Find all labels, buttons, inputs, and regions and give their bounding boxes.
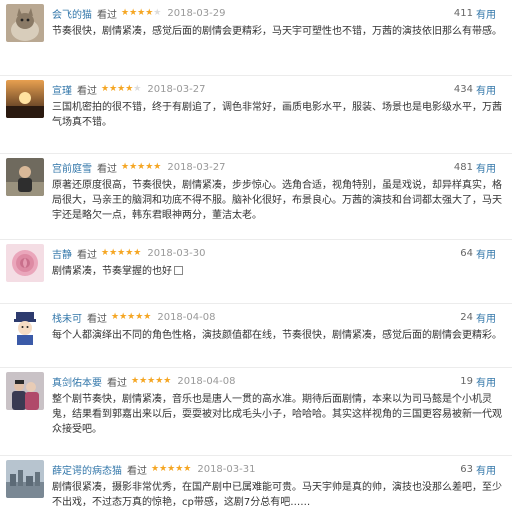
username-link[interactable]: 宫前庭雪 [52, 160, 92, 175]
useful-button[interactable]: 有用 [476, 82, 496, 97]
review-item: 宫前庭雪 看过 ★★★★★ 2018-03-27 481 有用 原著还原度很高，… [0, 154, 512, 240]
avatar[interactable] [6, 80, 44, 118]
watched-label: 看过 [127, 465, 147, 477]
watched-label: 看过 [87, 313, 107, 325]
vote-area: 481 有用 [454, 160, 496, 175]
vote-area: 24 有用 [460, 310, 496, 325]
review-item: 薛定谔的病态猫 看过 ★★★★★ 2018-03-31 63 有用 剧情很紧凑，… [0, 456, 512, 528]
vote-count: 19 [460, 376, 473, 387]
vote-area: 411 有用 [454, 6, 496, 21]
review-item: 宣瑾 看过 ★★★★★ 2018-03-27 434 有用 三国机密拍的很不错，… [0, 76, 512, 154]
cat-avatar-icon [6, 4, 44, 42]
useful-button[interactable]: 有用 [476, 6, 496, 21]
sunset-avatar-icon [6, 80, 44, 118]
review-header: 会飞的猫 看过 ★★★★★ 2018-03-29 411 有用 [52, 6, 504, 22]
city-avatar-icon [6, 460, 44, 498]
rating-stars: ★★★★★ [151, 464, 192, 474]
avatar[interactable] [6, 244, 44, 282]
review-date: 2018-04-08 [177, 375, 236, 387]
useful-button[interactable]: 有用 [476, 374, 496, 389]
watched-label: 看过 [107, 377, 127, 389]
review-item: 栈未可 看过 ★★★★★ 2018-04-08 24 有用 每个人都演绎出不同的… [0, 304, 512, 368]
review-content: 剧情很紧凑，摄影非常优秀，在国产剧中已属难能可贵。马天宇帅是真的帅，演技也没那么… [52, 482, 502, 508]
useful-button[interactable]: 有用 [476, 246, 496, 261]
cartoon-avatar-icon [6, 308, 44, 346]
avatar[interactable] [6, 372, 44, 410]
review-date: 2018-03-27 [167, 161, 226, 173]
review-content-wrap: 剧情紧凑，节奏掌握的也好 [52, 264, 504, 279]
review-date: 2018-03-27 [147, 83, 206, 95]
username-link[interactable]: 会飞的猫 [52, 6, 92, 21]
vote-area: 19 有用 [460, 374, 496, 389]
review-item: 会飞的猫 看过 ★★★★★ 2018-03-29 411 有用 节奏很快，剧情紧… [0, 0, 512, 76]
unknown-glyph-icon [174, 266, 183, 275]
review-content: 节奏很快，剧情紧凑，感觉后面的剧情会更精彩，马天宇可塑性也不错，万茜的演技依旧那… [52, 26, 502, 37]
vote-count: 64 [460, 248, 473, 259]
review-header: 吉静 看过 ★★★★★ 2018-03-30 64 有用 [52, 246, 504, 262]
review-item: 吉静 看过 ★★★★★ 2018-03-30 64 有用 剧情紧凑，节奏掌握的也… [0, 240, 512, 304]
rating-stars: ★★★★★ [101, 84, 142, 94]
review-header: 真剑佑本要 看过 ★★★★★ 2018-04-08 19 有用 [52, 374, 504, 390]
review-content: 三国机密拍的很不错，终于有剧追了，调色非常好，画质电影水平，服装、场景也是电影级… [52, 102, 502, 128]
vote-area: 434 有用 [454, 82, 496, 97]
avatar[interactable] [6, 308, 44, 346]
review-date: 2018-04-08 [157, 311, 216, 323]
vote-count: 481 [453, 162, 473, 173]
rating-stars: ★★★★★ [121, 162, 162, 172]
avatar[interactable] [6, 4, 44, 42]
watched-label: 看过 [97, 9, 117, 21]
rating-stars: ★★★★★ [121, 8, 162, 18]
review-date: 2018-03-30 [147, 247, 206, 259]
review-content: 剧情紧凑，节奏掌握的也好 [52, 266, 172, 277]
avatar[interactable] [6, 158, 44, 196]
review-date: 2018-03-29 [167, 7, 226, 19]
vote-area: 63 有用 [460, 462, 496, 477]
username-link[interactable]: 真剑佑本要 [52, 374, 102, 389]
couple-avatar-icon [6, 372, 44, 410]
rose-avatar-icon [6, 244, 44, 282]
review-header: 薛定谔的病态猫 看过 ★★★★★ 2018-03-31 63 有用 [52, 462, 504, 478]
useful-button[interactable]: 有用 [476, 160, 496, 175]
review-content: 原著还原度很高，节奏很快，剧情紧凑，步步惊心。选角合适，视角特别，虽是戏说，却异… [52, 180, 502, 221]
vote-count: 434 [453, 84, 473, 95]
review-item: 真剑佑本要 看过 ★★★★★ 2018-04-08 19 有用 整个剧节奏快，剧… [0, 368, 512, 456]
username-link[interactable]: 栈未可 [52, 310, 82, 325]
review-header: 栈未可 看过 ★★★★★ 2018-04-08 24 有用 [52, 310, 504, 326]
review-header: 宫前庭雪 看过 ★★★★★ 2018-03-27 481 有用 [52, 160, 504, 176]
username-link[interactable]: 薛定谔的病态猫 [52, 462, 122, 477]
avatar[interactable] [6, 460, 44, 498]
rating-stars: ★★★★★ [131, 376, 172, 386]
person-avatar-icon [6, 158, 44, 196]
watched-label: 看过 [97, 163, 117, 175]
useful-button[interactable]: 有用 [476, 310, 496, 325]
rating-stars: ★★★★★ [101, 248, 142, 258]
review-content: 每个人都演绎出不同的角色性格，演技颜值都在线，节奏很快，剧情紧凑，感觉后面的剧情… [52, 330, 502, 341]
vote-count: 63 [460, 464, 473, 475]
review-list: 会飞的猫 看过 ★★★★★ 2018-03-29 411 有用 节奏很快，剧情紧… [0, 0, 512, 528]
watched-label: 看过 [77, 85, 97, 97]
vote-count: 24 [460, 312, 473, 323]
vote-count: 411 [453, 8, 473, 19]
rating-stars: ★★★★★ [111, 312, 152, 322]
watched-label: 看过 [77, 249, 97, 261]
vote-area: 64 有用 [460, 246, 496, 261]
useful-button[interactable]: 有用 [476, 462, 496, 477]
review-header: 宣瑾 看过 ★★★★★ 2018-03-27 434 有用 [52, 82, 504, 98]
review-content: 整个剧节奏快，剧情紧凑，音乐也是唐人一贯的高水准。期待后面剧情，本来以为司马懿是… [52, 394, 502, 435]
username-link[interactable]: 宣瑾 [52, 82, 72, 97]
username-link[interactable]: 吉静 [52, 246, 72, 261]
review-date: 2018-03-31 [197, 463, 256, 475]
